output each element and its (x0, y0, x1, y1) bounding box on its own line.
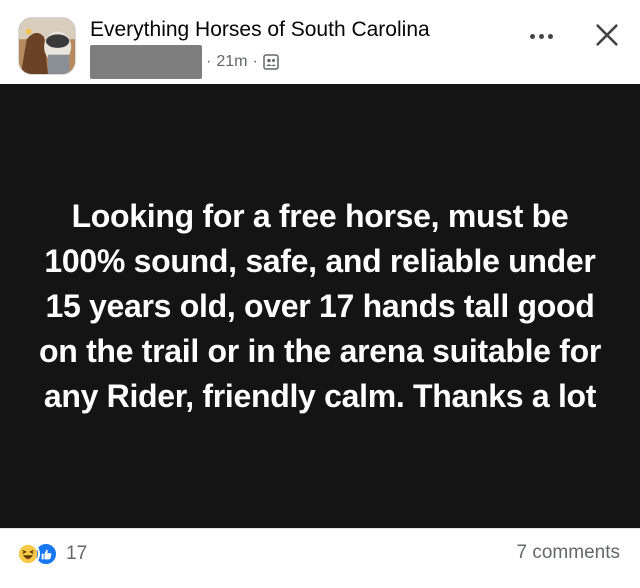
post-meta: · 21m · (206, 51, 279, 73)
post-timestamp[interactable]: 21m (216, 53, 247, 71)
reaction-count: 17 (66, 543, 88, 564)
comments-count-link[interactable]: 7 comments (517, 542, 620, 564)
redacted-author-name (90, 45, 202, 79)
more-dot (529, 33, 535, 39)
close-icon[interactable] (590, 18, 624, 52)
group-name-link[interactable]: Everything Horses of South Carolina (90, 18, 430, 42)
post-footer: 17 7 comments (0, 528, 640, 588)
more-dot (538, 33, 544, 39)
reactions-summary[interactable]: 17 (16, 541, 87, 567)
meta-separator: · (252, 53, 258, 70)
more-options-button[interactable] (524, 24, 558, 48)
more-dot (547, 33, 553, 39)
post-text: Looking for a free horse, must be 100% s… (38, 197, 601, 414)
meta-separator: · (206, 53, 212, 70)
post-header: Everything Horses of South Carolina · 21… (0, 0, 640, 84)
group-members-icon (263, 54, 279, 70)
avatar-image (19, 18, 75, 74)
facebook-post: Everything Horses of South Carolina · 21… (0, 0, 640, 588)
post-text-card: Looking for a free horse, must be 100% s… (0, 84, 640, 528)
haha-emoji-icon (16, 542, 40, 566)
group-avatar[interactable] (18, 17, 76, 75)
